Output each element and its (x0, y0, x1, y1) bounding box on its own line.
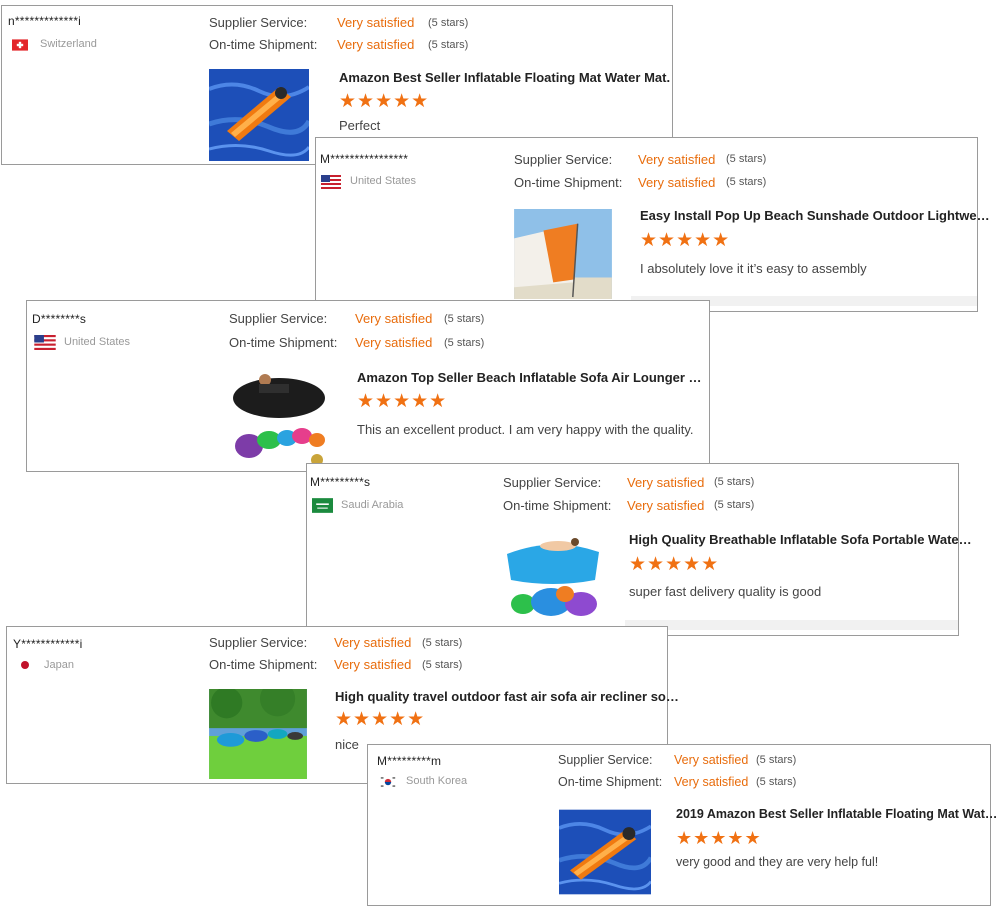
shipment-stars: (5 stars) (714, 499, 755, 511)
rating-stars: ★★★★★ (335, 709, 426, 730)
shipment-stars: (5 stars) (428, 39, 469, 51)
review-comment: Perfect (339, 118, 381, 133)
satisfaction-ratings: Supplier Service: Very satisfied (5 stars)… (503, 471, 754, 517)
satisfaction-ratings: Supplier Service: Very satisfied (5 stars)… (209, 632, 462, 676)
product-title[interactable]: High Quality Breathable Inflatable Sofa … (629, 532, 972, 547)
saudi-arabia-flag-icon (312, 498, 333, 513)
supplier-service-stars: (5 stars) (422, 637, 463, 649)
product-title[interactable]: Amazon Best Seller Inflatable Floating M… (339, 70, 670, 85)
supplier-service-value: Very satisfied (638, 152, 716, 167)
usa-flag-icon (34, 335, 56, 350)
satisfaction-ratings: Supplier Service: Very satisfied (5 stars)… (558, 749, 796, 793)
supplier-service-label: Supplier Service: (503, 475, 602, 490)
rating-stars: ★★★★★ (640, 230, 731, 251)
shipment-stars: (5 stars) (756, 776, 797, 788)
shipment-value: Very satisfied (334, 657, 412, 672)
product-title[interactable]: High quality travel outdoor fast air sof… (335, 689, 679, 704)
buyer-country: United States (350, 175, 417, 187)
product-title[interactable]: Amazon Top Seller Beach Inflatable Sofa … (357, 370, 702, 385)
shipment-value: Very satisfied (337, 37, 415, 52)
supplier-service-stars: (5 stars) (756, 754, 797, 766)
shipment-label: On-time Shipment: (209, 37, 318, 52)
supplier-service-value: Very satisfied (334, 635, 412, 650)
shipment-label: On-time Shipment: (558, 775, 663, 789)
product-thumbnail[interactable] (559, 806, 651, 898)
rating-stars: ★★★★★ (676, 828, 762, 848)
shipment-label: On-time Shipment: (209, 657, 318, 672)
rating-stars: ★★★★★ (339, 91, 430, 112)
supplier-service-label: Supplier Service: (209, 635, 308, 650)
shipment-value: Very satisfied (355, 335, 433, 350)
buyer-country: Japan (44, 659, 74, 671)
rating-stars: ★★★★★ (629, 554, 720, 575)
review-card: M*********s Saudi Arabia Supplier Servic… (306, 463, 972, 636)
review-comment: super fast delivery quality is good (629, 584, 822, 599)
supplier-service-label: Supplier Service: (558, 753, 653, 767)
shipment-value: Very satisfied (638, 175, 716, 190)
review-comment: This an excellent product. I am very hap… (357, 422, 694, 437)
shipment-value: Very satisfied (674, 775, 749, 789)
product-title[interactable]: Easy Install Pop Up Beach Sunshade Outdo… (640, 208, 990, 223)
shipment-stars: (5 stars) (444, 337, 485, 349)
buyer-name: Y************i (13, 637, 83, 651)
buyer-name: D********s (32, 312, 87, 326)
supplier-service-label: Supplier Service: (514, 152, 613, 167)
shipment-stars: (5 stars) (726, 176, 767, 188)
shipment-label: On-time Shipment: (229, 335, 338, 350)
supplier-service-label: Supplier Service: (229, 311, 328, 326)
buyer-name: M*********s (310, 475, 371, 489)
buyer-name: M*********m (377, 754, 442, 768)
japan-flag-icon (17, 659, 33, 671)
product-title[interactable]: 2019 Amazon Best Seller Inflatable Float… (676, 807, 997, 821)
card-footer-strip (625, 620, 958, 630)
buyer-name: n*************i (8, 14, 82, 28)
product-thumbnail[interactable] (514, 209, 612, 299)
supplier-service-value: Very satisfied (627, 475, 705, 490)
shipment-label: On-time Shipment: (514, 175, 623, 190)
supplier-service-stars: (5 stars) (726, 153, 767, 165)
review-card: M*********m South Korea Supplier Service… (367, 744, 997, 906)
review-comment: nice (335, 737, 359, 752)
shipment-label: On-time Shipment: (503, 498, 612, 513)
review-comment: very good and they are very help ful! (676, 855, 879, 869)
shipment-value: Very satisfied (627, 498, 705, 513)
review-card: M**************** United States Supplier… (315, 137, 990, 312)
product-thumbnail[interactable] (209, 689, 307, 779)
supplier-service-stars: (5 stars) (428, 17, 469, 29)
product-thumbnail[interactable] (209, 69, 309, 161)
buyer-country: Switzerland (40, 38, 97, 50)
usa-flag-icon (321, 175, 341, 189)
south-korea-flag-icon (379, 775, 397, 789)
satisfaction-ratings: Supplier Service: Very satisfied (5 stars)… (514, 148, 766, 194)
product-thumbnail[interactable] (229, 368, 329, 468)
buyer-country: Saudi Arabia (341, 499, 404, 511)
shipment-stars: (5 stars) (422, 659, 463, 671)
satisfaction-ratings: Supplier Service: Very satisfied (5 stars)… (209, 12, 468, 56)
supplier-service-label: Supplier Service: (209, 15, 308, 30)
switzerland-flag-icon (12, 39, 28, 51)
supplier-service-value: Very satisfied (674, 753, 749, 767)
review-card: D********s United States Supplier Servic… (26, 300, 710, 472)
buyer-name: M**************** (320, 152, 409, 166)
supplier-service-value: Very satisfied (355, 311, 433, 326)
product-thumbnail[interactable] (503, 531, 603, 625)
supplier-service-stars: (5 stars) (714, 476, 755, 488)
supplier-service-stars: (5 stars) (444, 313, 485, 325)
buyer-country: United States (64, 336, 131, 348)
review-comment: I absolutely love it it’s easy to assemb… (640, 261, 867, 276)
supplier-service-value: Very satisfied (337, 15, 415, 30)
buyer-country: South Korea (406, 775, 468, 787)
rating-stars: ★★★★★ (357, 391, 448, 412)
satisfaction-ratings: Supplier Service: Very satisfied (5 stars)… (229, 307, 484, 355)
